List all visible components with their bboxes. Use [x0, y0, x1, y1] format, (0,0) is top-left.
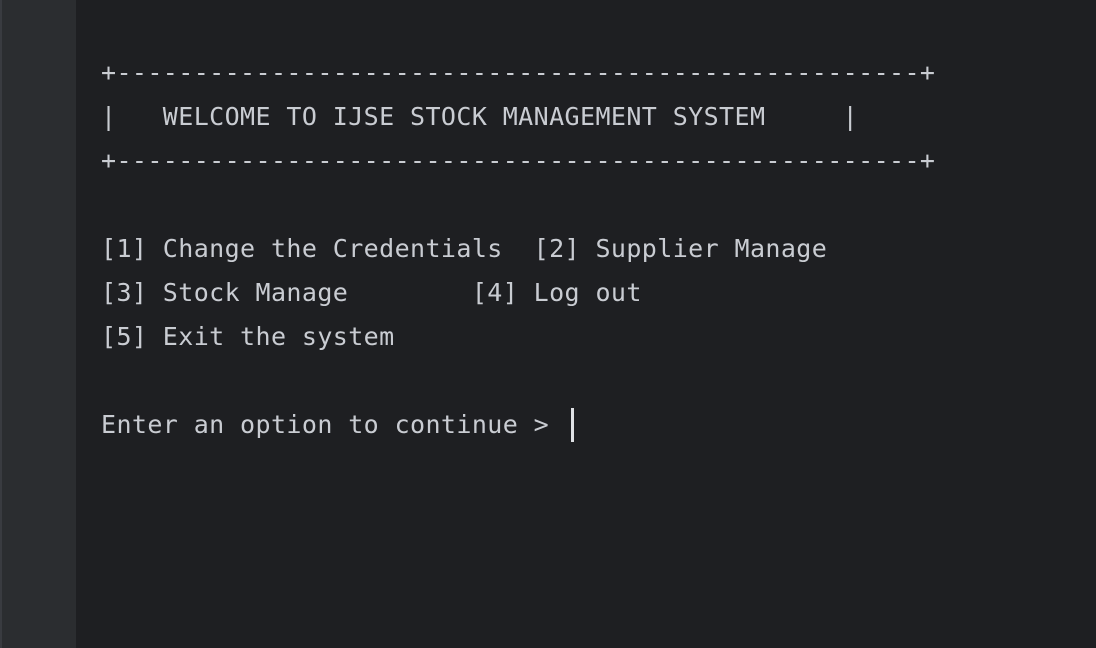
- prompt-text: Enter an option to continue >: [101, 410, 565, 439]
- banner-border-top: +---------------------------------------…: [101, 58, 936, 87]
- text-cursor[interactable]: [570, 408, 574, 442]
- console-gutter: [0, 0, 76, 648]
- run-console-window: +---------------------------------------…: [0, 0, 1096, 648]
- menu-row-3: [5] Exit the system: [101, 322, 395, 351]
- banner-title: | WELCOME TO IJSE STOCK MANAGEMENT SYSTE…: [101, 102, 859, 131]
- input-prompt-line[interactable]: Enter an option to continue >: [101, 403, 1081, 447]
- menu-row-2: [3] Stock Manage [4] Log out: [101, 278, 642, 307]
- menu-row-1: [1] Change the Credentials [2] Supplier …: [101, 234, 828, 263]
- banner-border-bottom: +---------------------------------------…: [101, 146, 936, 175]
- console-output[interactable]: +---------------------------------------…: [101, 51, 1081, 447]
